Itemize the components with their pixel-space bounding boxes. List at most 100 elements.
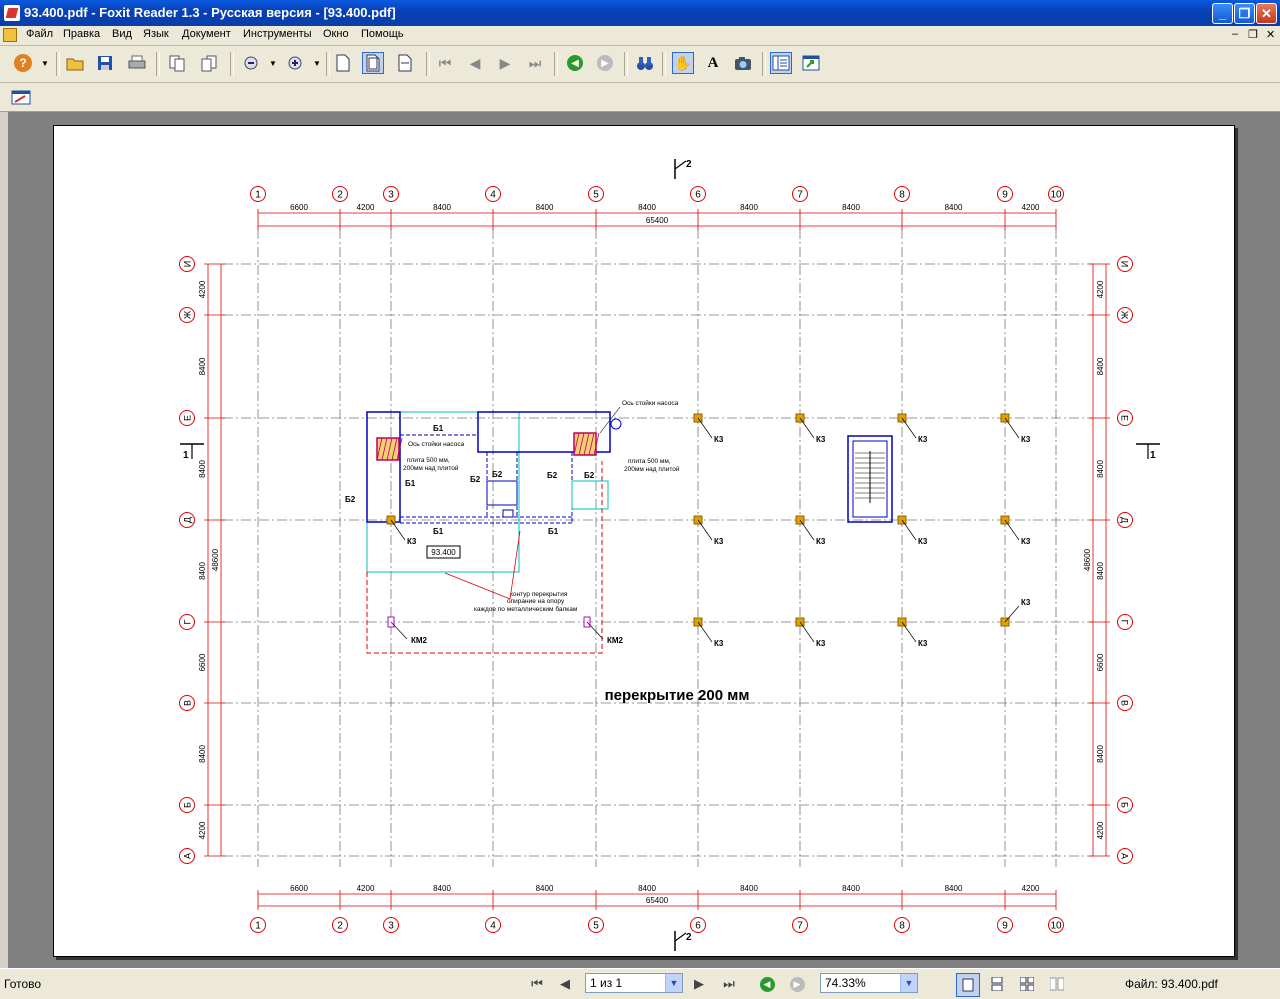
document-viewport[interactable]: 1 2 3 4 5 6 7 8 9 10 6600 4200 8400 8400 8400 8400 8400 8… (0, 112, 1280, 968)
pdf-page[interactable]: 1 2 3 4 5 6 7 8 9 10 6600 4200 8400 8400 8400 8400 8400 8… (53, 125, 1235, 957)
note-plinth-b-2: 200мм над плитой (624, 465, 680, 473)
first-page-icon[interactable]: ⏮ (434, 52, 456, 74)
rotate-right-icon[interactable] (198, 52, 220, 74)
snapshot-camera-icon[interactable] (732, 52, 754, 74)
find-binoculars-icon[interactable] (634, 52, 656, 74)
beam-frame-left (366, 411, 401, 523)
row-dimension-value: 8400 (198, 357, 207, 375)
rotate-left-icon[interactable] (166, 52, 188, 74)
row-label: Д (1120, 517, 1130, 523)
zoom-dropdown-icon[interactable]: ▼ (900, 974, 917, 992)
beam-label: Б1 (433, 527, 444, 536)
continuous-facing-icon[interactable] (1018, 975, 1036, 993)
dimension-value: 8400 (638, 203, 656, 212)
status-last-page-icon[interactable]: ⏭ (720, 975, 738, 993)
status-next-page-icon[interactable]: ▶ (690, 975, 708, 993)
doc-restore-button[interactable]: ❐ (1248, 28, 1258, 41)
row-dimension-value: 6600 (1096, 653, 1105, 671)
beam-label: Б2 (345, 495, 356, 504)
column-label: 4 (490, 190, 496, 201)
row-dimension-value: 8400 (1096, 745, 1105, 763)
column-k3-label: К3 (918, 537, 928, 546)
row-dimension-value: 8400 (1096, 460, 1105, 478)
section-label-bottom: 2 (686, 932, 692, 943)
menu-tools[interactable]: Инструменты (243, 28, 312, 40)
typewriter-icon[interactable] (10, 86, 32, 108)
navigation-panel-splitter[interactable] (0, 112, 9, 968)
actual-size-icon[interactable] (332, 52, 354, 74)
column-km2-label: КМ2 (411, 636, 428, 645)
go-forward-icon[interactable]: ▶ (594, 52, 616, 74)
fit-width-icon[interactable] (394, 52, 416, 74)
column-k3-label: К3 (816, 639, 826, 648)
save-icon[interactable] (94, 52, 116, 74)
status-forward-icon[interactable]: ▶ (788, 975, 806, 993)
status-prev-page-icon[interactable]: ◀ (556, 975, 574, 993)
menu-help[interactable]: Помощь (361, 28, 404, 40)
leader-line (799, 519, 815, 541)
open-folder-icon[interactable] (64, 52, 86, 74)
status-first-page-icon[interactable]: ⏮ (528, 975, 546, 993)
go-back-icon[interactable]: ◀ (564, 52, 586, 74)
menu-file[interactable]: Файл (26, 28, 53, 40)
maximize-button[interactable]: ❐ (1234, 3, 1255, 24)
dimension-value: 8400 (536, 203, 554, 212)
zoom-in-dropdown-icon[interactable]: ▼ (306, 52, 328, 74)
prev-page-icon[interactable]: ◀ (464, 52, 486, 74)
small-opening (502, 509, 514, 518)
column-label: 8 (899, 190, 905, 201)
minimize-button[interactable]: _ (1212, 3, 1233, 24)
dimension-value: 4200 (357, 203, 375, 212)
menu-view[interactable]: Вид (112, 28, 132, 40)
text-select-icon[interactable]: A (702, 52, 724, 74)
contour-leader-1 (444, 572, 511, 600)
leader-line (901, 519, 917, 541)
menu-window[interactable]: Окно (323, 28, 349, 40)
status-back-icon[interactable]: ◀ (758, 975, 776, 993)
leader-line (390, 621, 408, 640)
single-page-icon[interactable] (956, 973, 980, 997)
close-button[interactable]: ✕ (1256, 3, 1277, 24)
column-label: 10 (1050, 921, 1062, 932)
column-label: 5 (593, 921, 599, 932)
zoom-out-icon[interactable] (240, 52, 262, 74)
next-page-icon[interactable]: ▶ (494, 52, 516, 74)
row-label: Г (1120, 620, 1130, 625)
row-label: Б (1120, 802, 1130, 808)
note-plinth: плита 500 мм, (407, 457, 450, 464)
column-label: 3 (388, 921, 394, 932)
full-screen-icon[interactable] (800, 52, 822, 74)
hand-tool-icon[interactable]: ✋ (672, 52, 694, 74)
zoom-in-icon[interactable] (284, 52, 306, 74)
zoom-field[interactable]: 74.33% ▼ (820, 973, 918, 993)
continuous-icon[interactable] (988, 975, 1006, 993)
page-number-field[interactable]: 1 из 1 ▼ (585, 973, 683, 993)
page-dropdown-icon[interactable]: ▼ (665, 974, 682, 992)
document-icon (3, 28, 17, 42)
help-dropdown-icon[interactable]: ▼ (34, 52, 56, 74)
help-icon[interactable]: ? (14, 54, 32, 72)
leader-line (1004, 519, 1020, 541)
zoom-out-dropdown-icon[interactable]: ▼ (262, 52, 284, 74)
leader-line (1004, 417, 1020, 439)
note-pump-axis: Ось стойки насоса (408, 440, 465, 448)
menu-edit[interactable]: Правка (63, 28, 100, 40)
bookmarks-panel-icon[interactable] (770, 52, 792, 74)
note-contour-1: контур перекрытия (510, 591, 568, 598)
menu-document[interactable]: Документ (182, 28, 231, 40)
leader-line (697, 417, 713, 439)
doc-minimize-button[interactable]: – (1232, 28, 1238, 40)
row-dimension-value: 4200 (1096, 280, 1105, 298)
leader-line (697, 621, 713, 643)
note-contour-2: опирание на опору (507, 598, 565, 605)
row-label: Г (183, 619, 193, 624)
fit-page-icon[interactable] (362, 52, 384, 74)
menu-language[interactable]: Язык (143, 28, 169, 40)
row-label: А (1120, 853, 1130, 859)
facing-icon[interactable] (1048, 975, 1066, 993)
print-icon[interactable] (126, 52, 148, 74)
dimension-value: 8400 (638, 884, 656, 893)
doc-close-button[interactable]: ✕ (1266, 28, 1275, 41)
dimension-value: 8400 (740, 884, 758, 893)
last-page-icon[interactable]: ⏭ (524, 52, 546, 74)
